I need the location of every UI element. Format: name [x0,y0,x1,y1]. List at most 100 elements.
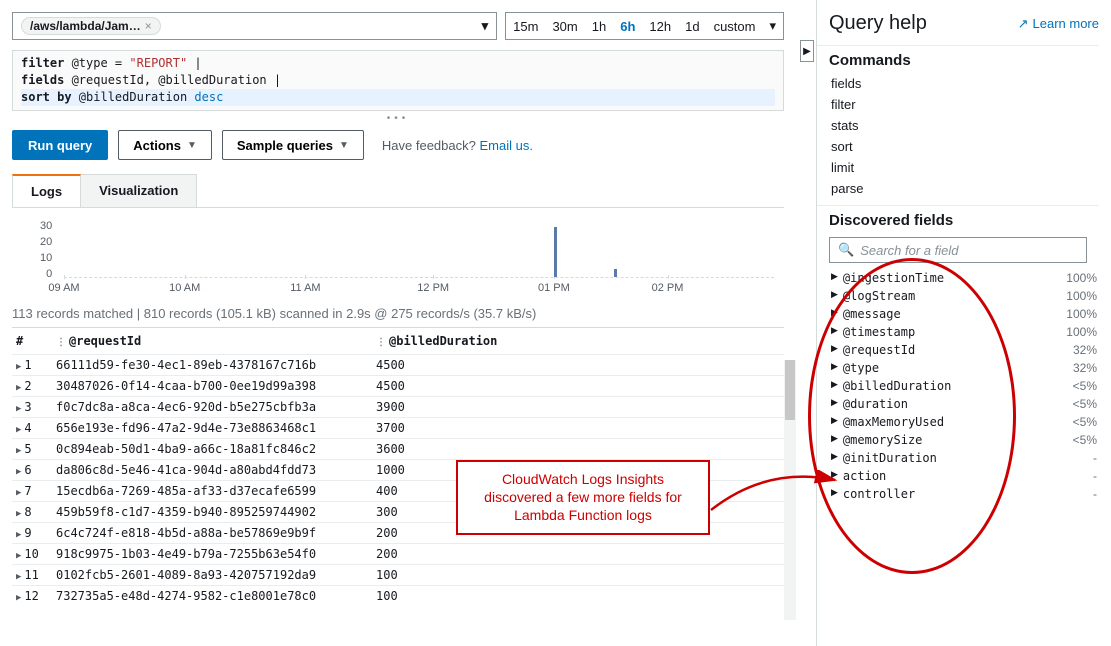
expand-icon: ▶ [831,433,838,447]
discovered-field[interactable]: ▶@initDuration- [817,449,1099,467]
expand-icon[interactable]: ▶ [16,362,21,372]
action-row: Run query Actions▼ Sample queries▼ Have … [12,130,784,160]
expand-icon[interactable]: ▶ [16,530,21,540]
time-caret-icon[interactable]: ▾ [762,13,783,39]
discovered-field[interactable]: ▶@message100% [817,305,1099,323]
cmd-parse[interactable]: parse [817,178,1099,199]
cmd-stats[interactable]: stats [817,115,1099,136]
time-30m[interactable]: 30m [545,13,584,39]
discovered-field[interactable]: ▶@logStream100% [817,287,1099,305]
col-billedduration[interactable]: ⋮@billedDuration [372,328,784,355]
expand-icon[interactable]: ▶ [16,509,21,519]
search-icon: 🔍 [838,242,854,258]
expand-icon[interactable]: ▶ [16,488,21,498]
top-toolbar: /aws/lambda/Jam… × ▾ 15m 30m 1h 6h 12h 1… [12,0,784,40]
table-row[interactable]: ▶110102fcb5-2601-4089-8a93-420757192da91… [12,565,784,586]
actions-button[interactable]: Actions▼ [118,130,212,160]
log-group-select[interactable]: /aws/lambda/Jam… × ▾ [12,12,497,40]
expand-icon: ▶ [831,307,838,321]
table-row[interactable]: ▶10918c9975-1b03-4e49-b79a-7255b63e54f02… [12,544,784,565]
expand-icon: ▶ [831,325,838,339]
time-12h[interactable]: 12h [642,13,678,39]
expand-icon[interactable]: ▶ [16,551,21,561]
tab-logs[interactable]: Logs [12,174,81,207]
kw-filter: filter [21,56,64,70]
scan-info: 113 records matched | 810 records (105.1… [12,306,784,321]
expand-icon[interactable]: ▶ [16,425,21,435]
time-range-picker[interactable]: 15m 30m 1h 6h 12h 1d custom ▾ [505,12,784,40]
chart-bar [614,269,617,277]
time-6h[interactable]: 6h [613,13,642,39]
time-15m[interactable]: 15m [506,13,545,39]
field-search-input[interactable]: 🔍 Search for a field [829,237,1087,263]
table-row[interactable]: ▶12732735a5-e48d-4274-9582-c1e8001e78c01… [12,586,784,607]
scrollbar-thumb[interactable] [785,360,795,420]
run-query-button[interactable]: Run query [12,130,108,160]
chart-grid [64,222,774,278]
table-row[interactable]: ▶4656e193e-fd96-47a2-9d4e-73e8863468c137… [12,418,784,439]
discovered-field[interactable]: ▶@type32% [817,359,1099,377]
expand-icon: ▶ [831,343,838,357]
chevron-down-icon: ▾ [482,18,489,34]
cmd-limit[interactable]: limit [817,157,1099,178]
chart-bar [554,227,557,277]
table-row[interactable]: ▶3f0c7dc8a-a8ca-4ec6-920d-b5e275cbfb3a39… [12,397,784,418]
expand-icon: ▶ [831,289,838,303]
learn-more-link[interactable]: ↗ Learn more [1018,16,1099,32]
main-area: /aws/lambda/Jam… × ▾ 15m 30m 1h 6h 12h 1… [0,0,796,646]
table-row[interactable]: ▶166111d59-fe30-4ec1-89eb-4378167c716b45… [12,355,784,376]
feedback-text: Have feedback? Email us. [382,138,533,153]
time-1d[interactable]: 1d [678,13,706,39]
kw-fields: fields [21,73,64,87]
discovered-field[interactable]: ▶controller- [817,485,1099,503]
expand-icon: ▶ [831,469,838,483]
time-1h[interactable]: 1h [585,13,613,39]
scrollbar[interactable] [784,360,796,620]
expand-icon[interactable]: ▶ [16,593,21,603]
discovered-field[interactable]: ▶@requestId32% [817,341,1099,359]
cmd-fields[interactable]: fields [817,73,1099,94]
tab-visualization[interactable]: Visualization [80,174,197,207]
expand-icon: ▶ [831,271,838,285]
col-requestid[interactable]: ⋮@requestId [52,328,372,355]
log-group-chip[interactable]: /aws/lambda/Jam… × [21,17,161,35]
chevron-down-icon: ▼ [339,140,349,151]
commands-list: fields filter stats sort limit parse [817,73,1099,199]
expand-icon[interactable]: ▶ [16,446,21,456]
discovered-fields-list: ▶@ingestionTime100%▶@logStream100%▶@mess… [817,269,1099,503]
log-group-chip-label: /aws/lambda/Jam… [30,19,141,33]
discovered-field[interactable]: ▶@timestamp100% [817,323,1099,341]
chip-remove-icon[interactable]: × [145,19,152,33]
discovered-field[interactable]: ▶@memorySize<5% [817,431,1099,449]
query-help-title: Query help [829,12,927,35]
expand-icon[interactable]: ▶ [16,404,21,414]
discovered-field[interactable]: ▶@maxMemoryUsed<5% [817,413,1099,431]
cmd-filter[interactable]: filter [817,94,1099,115]
cmd-sort[interactable]: sort [817,136,1099,157]
discovered-field[interactable]: ▶@duration<5% [817,395,1099,413]
query-editor[interactable]: filter @type = "REPORT" | fields @reques… [12,50,784,111]
email-us-link[interactable]: Email us. [479,138,532,153]
x-axis-ticks: 09 AM 10 AM 11 AM 12 PM 01 PM 02 PM [64,282,774,296]
expand-icon: ▶ [831,415,838,429]
discovered-field[interactable]: ▶action- [817,467,1099,485]
expand-icon[interactable]: ▶ [16,383,21,393]
sample-queries-button[interactable]: Sample queries▼ [222,130,364,160]
expand-icon: ▶ [831,397,838,411]
discovered-field[interactable]: ▶@ingestionTime100% [817,269,1099,287]
kw-sort: sort by [21,90,72,104]
table-row[interactable]: ▶50c894eab-50d1-4ba9-a66c-18a81fc846c236… [12,439,784,460]
expand-icon[interactable]: ▶ [16,467,21,477]
resize-handle-icon[interactable]: ••• [12,111,784,126]
external-link-icon: ↗ [1018,16,1029,32]
discovered-fields-heading: Discovered fields [817,205,1099,233]
time-custom[interactable]: custom [707,13,763,39]
expand-icon[interactable]: ▶ [16,572,21,582]
discovered-field[interactable]: ▶@billedDuration<5% [817,377,1099,395]
commands-heading: Commands [817,45,1099,73]
table-row[interactable]: ▶230487026-0f14-4caa-b700-0ee19d99a39845… [12,376,784,397]
col-num[interactable]: # [12,328,52,355]
annotation-box: CloudWatch Logs Insights discovered a fe… [456,460,710,535]
panel-collapse-button[interactable]: ▶ [800,40,814,62]
expand-icon: ▶ [831,487,838,501]
